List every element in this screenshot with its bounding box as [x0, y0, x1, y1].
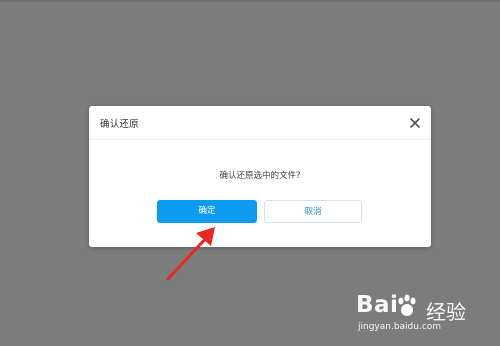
dialog-message: 确认还原选中的文件?	[219, 171, 301, 181]
watermark-brand: Bai	[356, 292, 399, 318]
watermark-url: jingyan.baidu.com	[358, 322, 442, 332]
cancel-button[interactable]: 取消	[264, 200, 362, 223]
confirm-button[interactable]: 确定	[157, 200, 257, 223]
close-icon[interactable]	[408, 115, 422, 129]
dialog-title: 确认还原	[100, 119, 139, 130]
confirm-restore-dialog: 确认还原 确认还原选中的文件? 确定 取消	[89, 106, 431, 247]
baidu-jingyan-watermark: Bai 经验 jingyan.baidu.com	[356, 292, 476, 338]
top-edge	[0, 0, 500, 2]
watermark-brand-suffix: 经验	[426, 300, 466, 324]
baidu-paw-icon	[398, 294, 416, 316]
dialog-header: 确认还原	[89, 106, 431, 140]
